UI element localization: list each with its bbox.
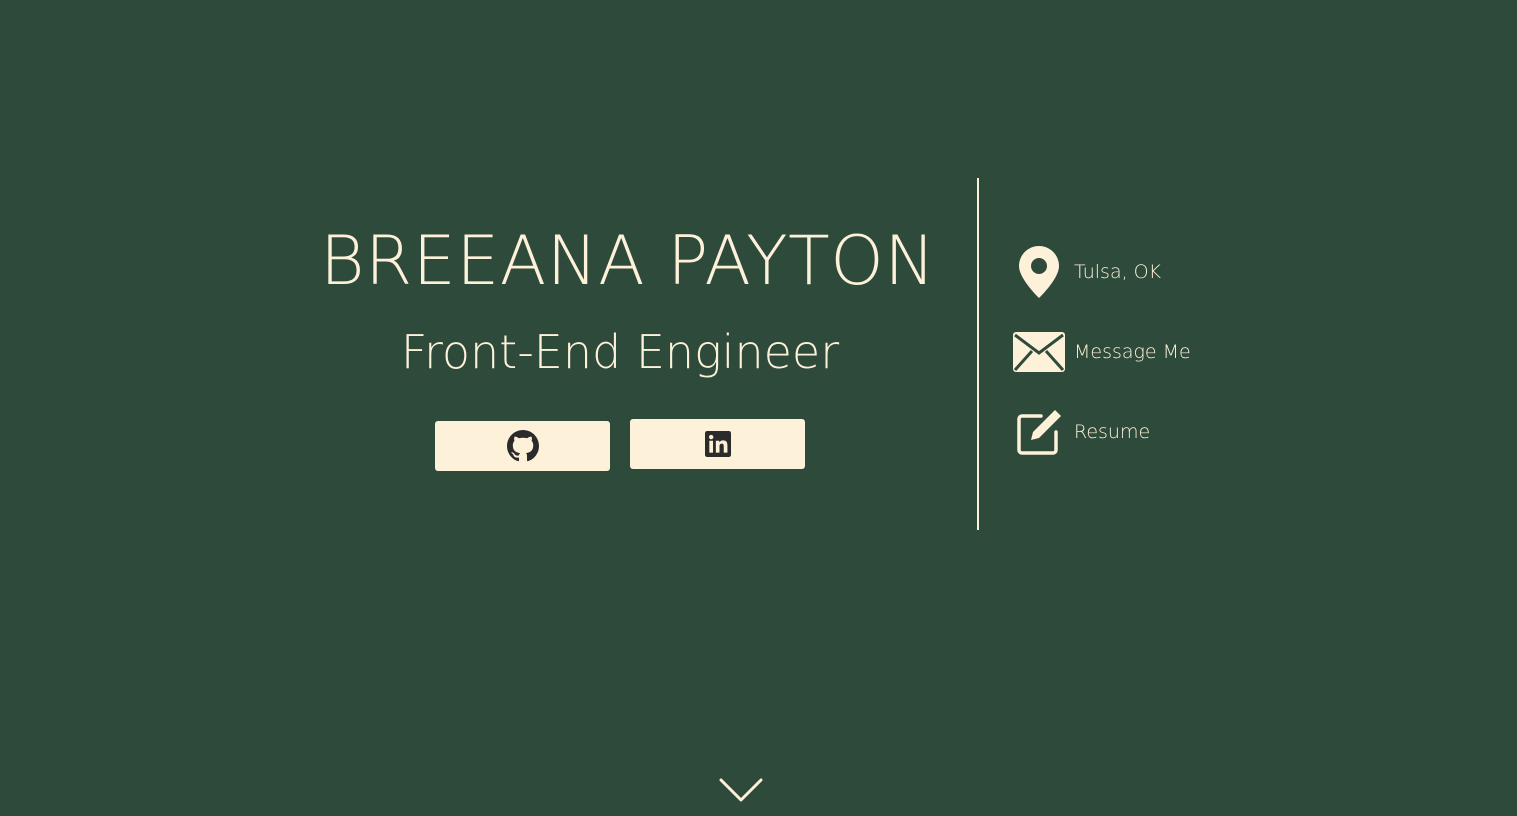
location-label: Tulsa, OK (1074, 261, 1162, 283)
vertical-divider (977, 178, 979, 530)
location-item: Tulsa, OK (1012, 245, 1161, 299)
github-icon (506, 430, 539, 462)
landing-page: BREEANA PAYTON Front-End Engineer Tulsa,… (0, 0, 1517, 816)
resume-link[interactable]: Resume (1012, 405, 1150, 459)
resume-label: Resume (1074, 421, 1151, 443)
message-me-link[interactable]: Message Me (1012, 325, 1191, 379)
envelope-icon (1012, 325, 1066, 379)
scroll-down-button[interactable] (716, 778, 766, 808)
linkedin-icon (704, 431, 731, 457)
github-button[interactable] (435, 421, 610, 471)
hero-role: Front-End Engineer (400, 325, 840, 379)
hero-name: BREEANA PAYTON (320, 222, 936, 301)
chevron-down-icon (719, 778, 763, 808)
linkedin-button[interactable] (630, 419, 805, 469)
edit-icon (1012, 405, 1066, 459)
map-pin-icon (1012, 245, 1066, 299)
message-label: Message Me (1074, 341, 1191, 363)
